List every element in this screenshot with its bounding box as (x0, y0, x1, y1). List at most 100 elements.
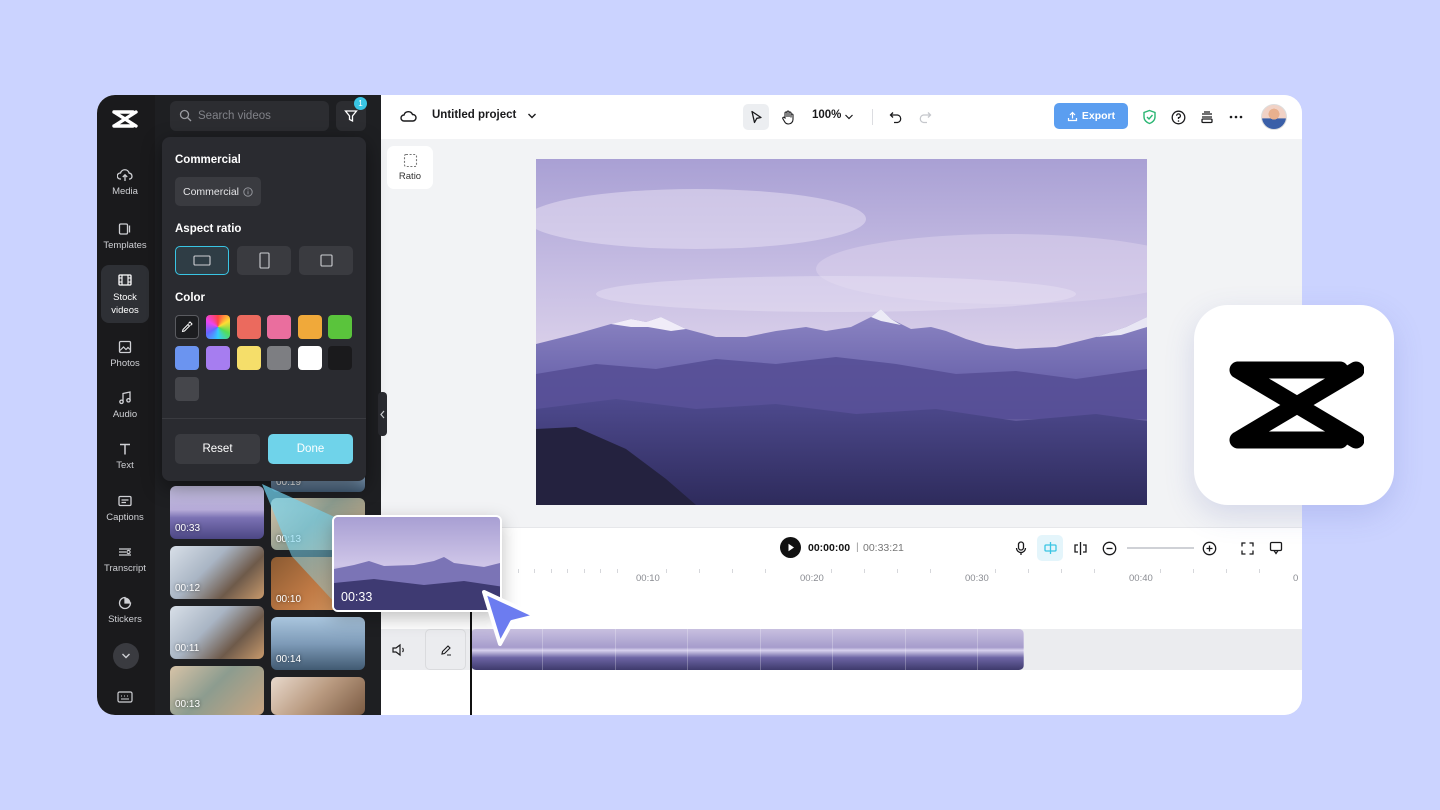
rail-item-text[interactable]: Text (101, 431, 149, 481)
volume-icon[interactable] (391, 642, 407, 658)
rail-more-button[interactable] (113, 643, 139, 669)
aspect-portrait-option[interactable] (237, 246, 291, 275)
zoom-out-button[interactable] (1100, 539, 1118, 557)
landscape-icon (193, 255, 211, 266)
chevron-down-icon[interactable] (844, 113, 854, 121)
rail-item-media[interactable]: Media (101, 157, 149, 207)
search-input[interactable]: Search videos (170, 101, 329, 131)
video-duration: 00:33 (341, 590, 373, 604)
color-swatch[interactable] (175, 346, 199, 370)
video-duration: 00:13 (175, 699, 201, 710)
divider (872, 109, 873, 125)
zoom-level[interactable]: 100% (812, 109, 841, 121)
done-button[interactable]: Done (268, 434, 353, 464)
auto-snap-button[interactable] (1037, 535, 1063, 561)
fullscreen-icon (1240, 541, 1254, 555)
rail-item-stickers[interactable]: Stickers (101, 585, 149, 635)
color-swatch[interactable] (237, 346, 261, 370)
time-separator: | (856, 541, 859, 553)
search-icon (179, 109, 192, 122)
rail-item-photos[interactable]: Photos (101, 329, 149, 379)
ruler-label: 0 (1293, 573, 1299, 584)
color-heading: Color (175, 292, 206, 304)
video-thumb[interactable]: 00:14 (271, 617, 365, 670)
filter-popup: Commercial Commercial Aspect ratio Color… (162, 137, 366, 481)
rail-label: Text (116, 460, 134, 471)
chevron-left-icon (380, 410, 385, 418)
playhead[interactable] (470, 608, 472, 715)
aspect-landscape-option[interactable] (175, 246, 229, 275)
rail-item-captions[interactable]: Captions (101, 483, 149, 533)
filter-icon (344, 110, 358, 123)
rail-item-transcript[interactable]: Transcript (101, 534, 149, 584)
templates-icon (118, 223, 131, 235)
rainbow-swatch[interactable] (206, 315, 230, 339)
rail-item-templates[interactable]: Templates (101, 211, 149, 261)
current-time: 00:00:00 (808, 542, 851, 554)
color-swatch[interactable] (298, 346, 322, 370)
undo-button[interactable] (886, 107, 906, 127)
video-thumb[interactable]: 00:33 (170, 486, 264, 539)
color-swatch[interactable] (328, 315, 352, 339)
undo-icon (889, 111, 902, 123)
redo-button[interactable] (915, 107, 935, 127)
rail-item-stock-videos[interactable]: Stock videos (101, 265, 149, 323)
clip-frame (543, 629, 616, 670)
color-swatch[interactable] (206, 346, 230, 370)
video-thumb[interactable]: 00:13 (170, 666, 264, 715)
hand-tool-button[interactable] (775, 104, 801, 130)
pencil-icon (440, 644, 451, 656)
video-duration: 00:12 (175, 583, 201, 594)
split-button[interactable] (1071, 539, 1089, 557)
commercial-chip[interactable]: Commercial (175, 177, 262, 206)
capcut-logo-icon[interactable] (111, 107, 139, 131)
video-clip[interactable] (471, 629, 1024, 670)
color-swatch[interactable] (267, 315, 291, 339)
help-button[interactable] (1168, 107, 1188, 127)
reset-button[interactable]: Reset (175, 434, 260, 464)
play-button[interactable] (780, 537, 801, 558)
video-thumb[interactable]: 00:11 (170, 606, 264, 659)
color-swatch[interactable] (298, 315, 322, 339)
dragged-video-card[interactable]: 00:33 (332, 515, 502, 612)
text-t-icon (120, 443, 130, 455)
rail-item-audio[interactable]: Audio (101, 380, 149, 430)
left-rail: Media Templates Stock videos Photos Audi… (97, 95, 155, 715)
color-swatch[interactable] (267, 346, 291, 370)
panel-collapse-handle[interactable] (378, 392, 387, 436)
color-swatch[interactable] (175, 377, 199, 401)
color-swatch[interactable] (237, 315, 261, 339)
ratio-button[interactable]: Ratio (387, 146, 433, 189)
layers-button[interactable] (1197, 107, 1217, 127)
chevron-down-icon[interactable] (527, 112, 537, 120)
zoom-in-button[interactable] (1200, 539, 1218, 557)
eyedropper-swatch[interactable] (175, 315, 199, 339)
aspect-ratio-icon (403, 153, 417, 168)
export-button[interactable]: Export (1054, 103, 1128, 129)
feedback-button[interactable] (1267, 539, 1285, 557)
ratio-label: Ratio (398, 171, 422, 182)
preview-canvas[interactable] (536, 159, 1147, 505)
more-button[interactable] (1226, 107, 1246, 127)
avatar[interactable] (1261, 104, 1287, 130)
select-tool-button[interactable] (743, 104, 769, 130)
video-thumb[interactable] (271, 677, 365, 715)
layers-icon (1201, 111, 1213, 124)
play-icon (788, 543, 794, 552)
rail-label: Photos (110, 358, 140, 369)
color-swatch[interactable] (328, 346, 352, 370)
film-icon (118, 273, 132, 286)
project-title[interactable]: Untitled project (432, 109, 516, 121)
clip-frame (760, 629, 834, 670)
clip-frame (833, 629, 906, 670)
timeline-zoom-slider[interactable] (1127, 547, 1194, 549)
keyboard-icon[interactable] (117, 691, 133, 703)
record-voice-button[interactable] (1012, 539, 1030, 557)
cloud-icon[interactable] (400, 109, 417, 123)
export-label: Export (1081, 110, 1116, 122)
cover-edit-button[interactable] (425, 629, 466, 670)
video-thumb[interactable]: 00:12 (170, 546, 264, 599)
aspect-square-option[interactable] (299, 246, 353, 275)
fullscreen-button[interactable] (1238, 539, 1256, 557)
shield-button[interactable] (1139, 107, 1159, 127)
